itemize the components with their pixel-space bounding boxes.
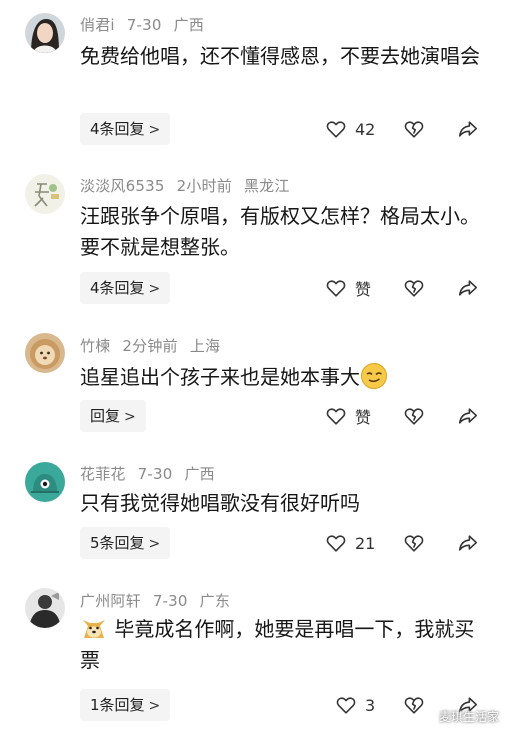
chevron-right-icon: > (124, 409, 136, 425)
like-button[interactable]: 42 (325, 114, 375, 144)
location: 黑龙江 (243, 177, 290, 195)
share-button[interactable] (457, 401, 479, 431)
share-button[interactable] (457, 273, 479, 303)
reply-count: 4条回复 (90, 279, 145, 297)
chevron-right-icon: > (148, 281, 161, 297)
dislike-button[interactable] (403, 273, 425, 303)
heart-icon (326, 280, 346, 297)
timestamp: 2分钟前 (122, 337, 178, 355)
avatar[interactable] (25, 174, 65, 214)
location: 上海 (189, 337, 221, 355)
timestamp: 7-30 (126, 16, 162, 34)
reply-button[interactable]: 回复 > (80, 400, 146, 432)
comment-meta: 竹楝 2分钟前 上海 (80, 335, 232, 356)
broken-heart-icon (404, 280, 424, 297)
comment-text-content: 追星追出个孩子来也是她本事大 (80, 365, 360, 389)
doge-emoji-icon (80, 614, 108, 642)
comment-text: 毕竟成名作啊，她要是再唱一下，我就买票 (80, 614, 485, 676)
view-replies-button[interactable]: 4条回复 > (80, 113, 171, 145)
comment-actions: 赞 (325, 401, 485, 431)
username[interactable]: 花菲花 (80, 465, 126, 483)
dislike-button[interactable] (403, 114, 425, 144)
view-replies-button[interactable]: 1条回复 > (80, 689, 171, 721)
like-button[interactable]: 3 (335, 690, 375, 720)
location: 广西 (173, 16, 205, 34)
heart-icon (326, 408, 346, 425)
like-count: 赞 (355, 408, 372, 427)
username[interactable]: 俏君i (80, 16, 115, 34)
like-count: 21 (355, 533, 376, 553)
reply-label: 回复 (90, 407, 121, 425)
reply-count: 5条回复 (90, 534, 145, 552)
share-arrow-icon (458, 280, 478, 296)
dislike-button[interactable] (403, 528, 425, 558)
lion-icon (25, 333, 65, 373)
comment-meta: 广州阿轩 7-30 广东 (80, 590, 242, 611)
like-button[interactable]: 21 (325, 528, 375, 558)
username[interactable]: 淡淡风6535 (80, 177, 165, 195)
chevron-right-icon: > (148, 698, 161, 714)
username[interactable]: 广州阿轩 (80, 592, 141, 610)
broken-heart-icon (404, 121, 424, 138)
comment-actions: 21 (325, 528, 485, 558)
comment-actions: 42 (325, 114, 485, 144)
like-count: 赞 (355, 280, 372, 299)
avatar[interactable] (25, 588, 65, 628)
comment-text-content: 毕竟成名作啊，她要是再唱一下，我就买票 (80, 617, 475, 672)
username[interactable]: 竹楝 (80, 337, 110, 355)
chevron-right-icon: > (148, 536, 161, 552)
share-button[interactable] (457, 114, 479, 144)
comment-meta: 俏君i 7-30 广西 (80, 14, 216, 35)
woman-portrait-icon (25, 13, 65, 53)
summer-sketch-icon (25, 174, 65, 214)
reply-count: 4条回复 (90, 120, 145, 138)
timestamp: 2小时前 (176, 177, 232, 195)
dark-portrait-icon (25, 588, 65, 628)
dislike-button[interactable] (403, 690, 425, 720)
dislike-button[interactable] (403, 401, 425, 431)
smirk-emoji-icon (360, 362, 388, 390)
comment-meta: 花菲花 7-30 广西 (80, 463, 227, 484)
avatar[interactable] (25, 462, 65, 502)
share-arrow-icon (458, 408, 478, 424)
share-arrow-icon (458, 535, 478, 551)
avatar[interactable] (25, 333, 65, 373)
broken-heart-icon (404, 535, 424, 552)
avatar[interactable] (25, 13, 65, 53)
heart-icon (326, 535, 346, 552)
like-count: 3 (365, 695, 376, 715)
comment-text: 免费给他唱，还不懂得感恩，不要去她演唱会 (80, 44, 480, 68)
broken-heart-icon (404, 408, 424, 425)
share-arrow-icon (458, 121, 478, 137)
share-button[interactable] (457, 528, 479, 558)
chevron-right-icon: > (148, 122, 161, 138)
watermark: 麦琪生活家 (438, 710, 499, 724)
heart-icon (326, 121, 346, 138)
comment-text: 汪跟张争个原唱，有版权又怎样？格局太小。要不就是想整张。 (80, 204, 480, 259)
like-button[interactable]: 赞 (325, 273, 371, 303)
like-button[interactable]: 赞 (325, 401, 371, 431)
teal-creature-icon (25, 462, 65, 502)
reply-count: 1条回复 (90, 696, 145, 714)
comment-meta: 淡淡风6535 2小时前 黑龙江 (80, 175, 302, 196)
view-replies-button[interactable]: 5条回复 > (80, 527, 171, 559)
like-count: 42 (355, 119, 376, 139)
comment-actions: 赞 (325, 273, 485, 303)
comment-text: 追星追出个孩子来也是她本事大 (80, 362, 500, 393)
broken-heart-icon (404, 697, 424, 714)
location: 广西 (184, 465, 215, 483)
view-replies-button[interactable]: 4条回复 > (80, 272, 171, 304)
comment-text: 只有我觉得她唱歌没有很好听吗 (80, 491, 360, 515)
heart-icon (336, 697, 356, 714)
location: 广东 (199, 592, 231, 610)
timestamp: 7-30 (137, 465, 173, 483)
timestamp: 7-30 (152, 592, 188, 610)
